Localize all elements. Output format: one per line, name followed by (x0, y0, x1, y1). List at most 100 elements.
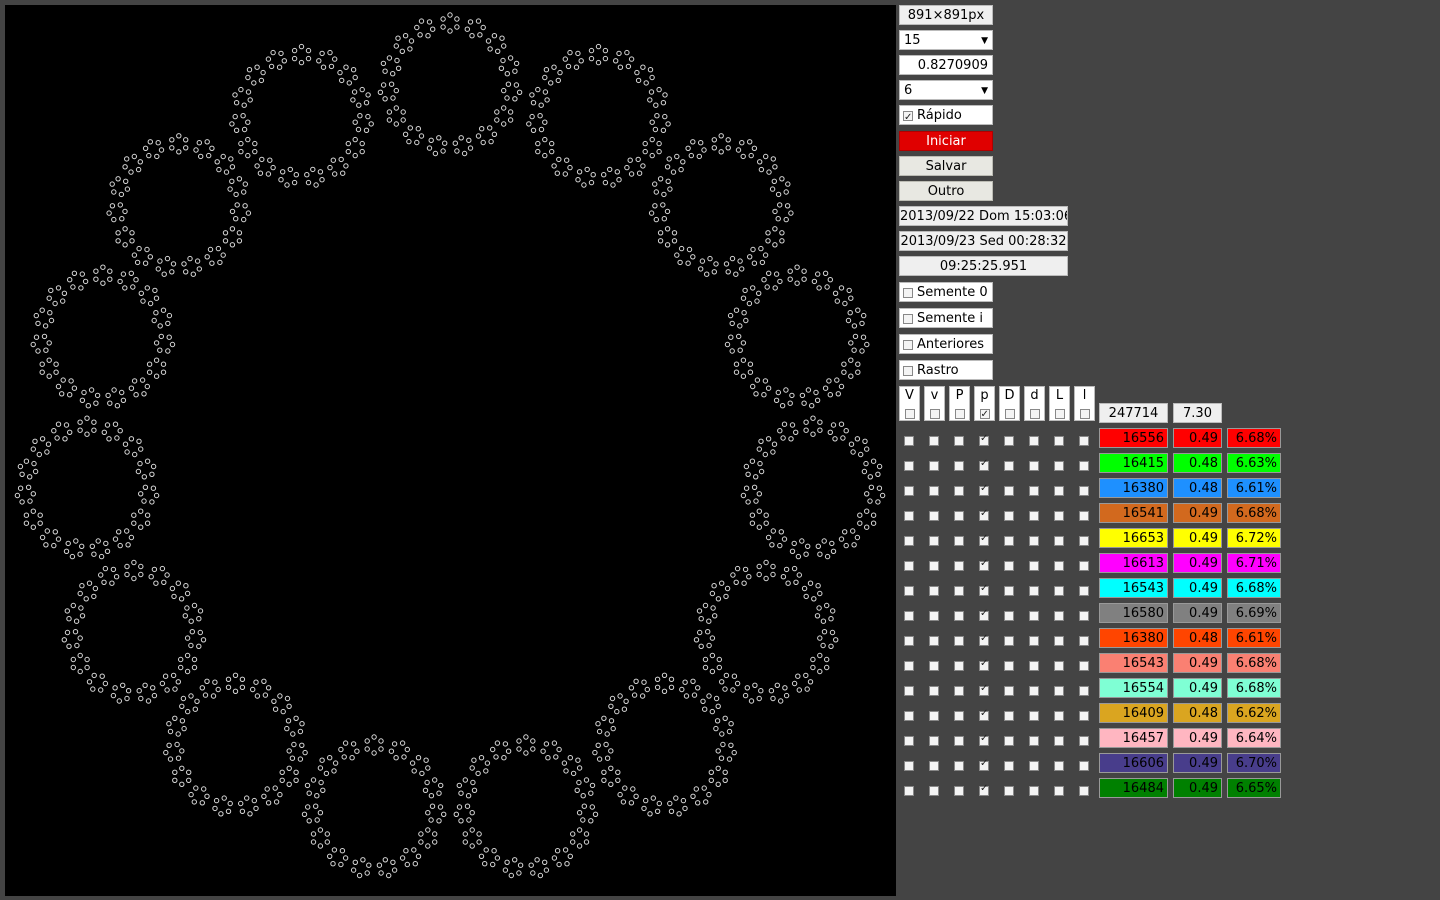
column-header-checkbox[interactable] (1054, 408, 1065, 419)
row-option-d[interactable] (1029, 608, 1039, 623)
row-option-V[interactable] (904, 508, 914, 523)
column-header-checkbox[interactable] (954, 408, 965, 419)
row-checkbox[interactable] (1079, 560, 1089, 571)
fast-checkbox[interactable] (903, 108, 913, 124)
trace-toggle[interactable]: Rastro (899, 360, 993, 380)
row-checkbox[interactable] (954, 735, 964, 746)
row-option-D[interactable] (1004, 683, 1014, 698)
row-option-V[interactable] (904, 433, 914, 448)
row-option-l[interactable] (1079, 633, 1089, 648)
row-checkbox[interactable] (1004, 735, 1014, 746)
row-checkbox[interactable] (1004, 585, 1014, 596)
row-checkbox[interactable] (954, 560, 964, 571)
row-option-d[interactable] (1029, 533, 1039, 548)
row-checkbox[interactable] (929, 710, 939, 721)
row-checkbox[interactable] (1054, 535, 1064, 546)
row-checkbox[interactable] (1004, 785, 1014, 796)
row-checkbox[interactable] (979, 633, 989, 646)
row-option-d[interactable] (1029, 683, 1039, 698)
row-checkbox[interactable] (1029, 435, 1039, 446)
row-checkbox[interactable] (904, 610, 914, 621)
row-checkbox[interactable] (1029, 710, 1039, 721)
row-checkbox[interactable] (1079, 535, 1089, 546)
row-checkbox[interactable] (1029, 735, 1039, 746)
row-checkbox[interactable] (929, 485, 939, 496)
row-option-P[interactable] (954, 483, 964, 498)
row-option-d[interactable] (1029, 583, 1039, 598)
row-checkbox[interactable] (1054, 560, 1064, 571)
row-option-V[interactable] (904, 633, 914, 648)
row-checkbox[interactable] (1004, 460, 1014, 471)
row-checkbox[interactable] (954, 485, 964, 496)
previous-toggle[interactable]: Anteriores (899, 334, 993, 354)
row-option-D[interactable] (1004, 583, 1014, 598)
row-option-D[interactable] (1004, 558, 1014, 573)
row-option-D[interactable] (1004, 533, 1014, 548)
row-checkbox[interactable] (979, 458, 989, 471)
row-option-V[interactable] (904, 558, 914, 573)
seedi-toggle[interactable]: Semente i (899, 308, 993, 328)
row-option-v[interactable] (929, 558, 939, 573)
row-option-d[interactable] (1029, 633, 1039, 648)
row-checkbox[interactable] (1054, 460, 1064, 471)
row-checkbox[interactable] (929, 435, 939, 446)
row-checkbox[interactable] (929, 510, 939, 521)
row-option-v[interactable] (929, 783, 939, 798)
start-button[interactable]: Iniciar (899, 131, 993, 151)
row-option-P[interactable] (954, 783, 964, 798)
row-option-L[interactable] (1054, 433, 1064, 448)
row-option-P[interactable] (954, 558, 964, 573)
row-option-p[interactable] (979, 633, 989, 648)
row-option-L[interactable] (1054, 683, 1064, 698)
row-option-v[interactable] (929, 708, 939, 723)
row-option-d[interactable] (1029, 658, 1039, 673)
row-checkbox[interactable] (954, 635, 964, 646)
row-option-D[interactable] (1004, 458, 1014, 473)
row-option-v[interactable] (929, 633, 939, 648)
row-option-d[interactable] (1029, 483, 1039, 498)
other-button[interactable]: Outro (899, 181, 993, 201)
row-option-v[interactable] (929, 533, 939, 548)
row-option-p[interactable] (979, 658, 989, 673)
row-checkbox[interactable] (1029, 660, 1039, 671)
row-checkbox[interactable] (1054, 660, 1064, 671)
row-checkbox[interactable] (1054, 435, 1064, 446)
row-checkbox[interactable] (979, 583, 989, 596)
row-checkbox[interactable] (1079, 760, 1089, 771)
row-checkbox[interactable] (1004, 710, 1014, 721)
row-checkbox[interactable] (1004, 660, 1014, 671)
row-option-l[interactable] (1079, 508, 1089, 523)
row-option-v[interactable] (929, 458, 939, 473)
row-option-p[interactable] (979, 783, 989, 798)
row-checkbox[interactable] (904, 710, 914, 721)
row-option-P[interactable] (954, 683, 964, 698)
row-checkbox[interactable] (1029, 760, 1039, 771)
row-checkbox[interactable] (1079, 610, 1089, 621)
seed0-toggle[interactable]: Semente 0 (899, 282, 993, 302)
row-checkbox[interactable] (1029, 460, 1039, 471)
row-option-V[interactable] (904, 683, 914, 698)
row-checkbox[interactable] (1054, 510, 1064, 521)
row-option-V[interactable] (904, 483, 914, 498)
points-select[interactable]: 6 ▼ (899, 80, 993, 100)
row-option-P[interactable] (954, 758, 964, 773)
row-option-V[interactable] (904, 708, 914, 723)
row-checkbox[interactable] (1079, 460, 1089, 471)
row-option-p[interactable] (979, 733, 989, 748)
column-header-checkbox[interactable] (1079, 408, 1090, 419)
row-option-l[interactable] (1079, 683, 1089, 698)
row-checkbox[interactable] (929, 560, 939, 571)
row-option-V[interactable] (904, 758, 914, 773)
row-checkbox[interactable] (979, 683, 989, 696)
row-checkbox[interactable] (1029, 560, 1039, 571)
row-checkbox[interactable] (1004, 635, 1014, 646)
row-option-d[interactable] (1029, 458, 1039, 473)
row-option-D[interactable] (1004, 508, 1014, 523)
row-option-p[interactable] (979, 483, 989, 498)
row-option-L[interactable] (1054, 508, 1064, 523)
row-option-l[interactable] (1079, 533, 1089, 548)
row-option-D[interactable] (1004, 658, 1014, 673)
row-option-P[interactable] (954, 733, 964, 748)
row-checkbox[interactable] (1004, 610, 1014, 621)
row-option-p[interactable] (979, 508, 989, 523)
